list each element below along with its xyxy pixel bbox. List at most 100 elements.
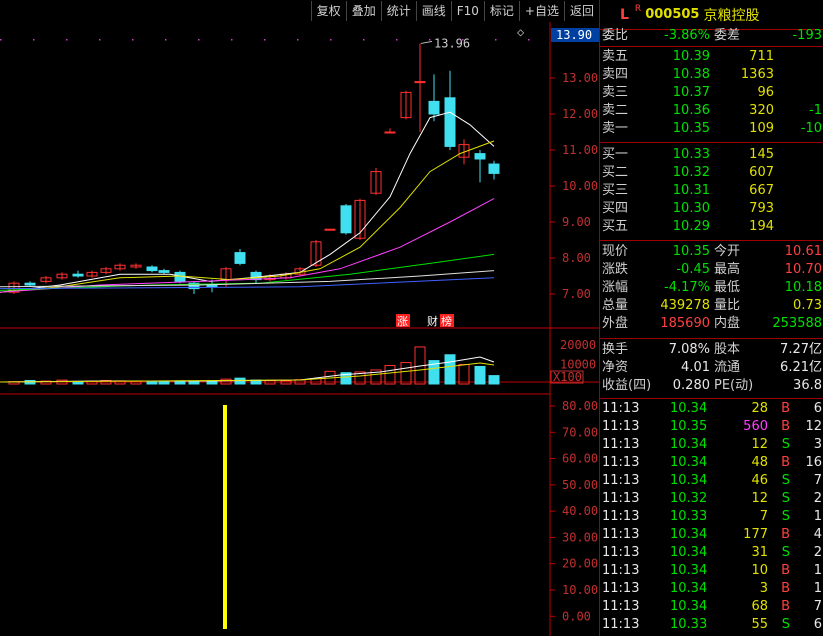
tick-price: 10.34 — [670, 455, 708, 470]
tick-time: 11:13 — [602, 437, 640, 452]
tick-row: 11:13 10.34 177 B 4 — [600, 526, 823, 544]
stat2-label: PE(动) — [714, 378, 754, 393]
toolbar-button-2[interactable]: 统计 — [380, 1, 416, 21]
buy-label: 买四 — [602, 201, 629, 216]
stat-label: 涨跌 — [602, 262, 629, 277]
stock-code[interactable]: 000505 — [645, 7, 699, 22]
buy-price: 10.31 — [672, 183, 710, 198]
tick-row: 11:13 10.34 46 S 7 — [600, 472, 823, 490]
tick-time: 11:13 — [602, 455, 640, 470]
weicha-value: -193 — [792, 28, 822, 43]
price-axis-label: 13.00 — [562, 71, 598, 85]
tick-volume: 12 — [751, 491, 768, 506]
sep-weibi — [600, 46, 823, 47]
sell-volume: 109 — [749, 121, 774, 136]
stat-label: 内盘 — [714, 316, 741, 331]
ma10-line — [0, 140, 495, 293]
buy-row-5: 买五 10.29 194 — [600, 218, 823, 236]
sell-row-3: 卖三 10.37 96 — [600, 84, 823, 102]
top-dot — [132, 39, 134, 41]
volume-bar — [206, 380, 218, 385]
tick-time: 11:13 — [602, 401, 640, 416]
sell-label: 卖五 — [602, 49, 629, 64]
toolbar-button-6[interactable]: +自选 — [518, 1, 564, 21]
indicator-bar — [223, 405, 227, 629]
stat-row: 外盘 185690 内盘 253588 — [600, 315, 823, 333]
tick-count: 2 — [813, 491, 822, 506]
stock-name[interactable]: 京粮控股 — [703, 5, 759, 25]
vol-unit-label: X100 — [553, 370, 582, 384]
candle-body — [488, 163, 500, 174]
stat-value: 10.35 — [672, 244, 710, 259]
tick-price: 10.33 — [670, 509, 708, 524]
stat2-value: 0.280 — [672, 378, 710, 393]
top-dot — [396, 39, 398, 41]
volume-bar — [188, 381, 200, 385]
stat-label: 总量 — [602, 298, 629, 313]
buy-label: 买二 — [602, 165, 629, 180]
top-dot — [198, 39, 200, 41]
tick-row: 11:13 10.34 10 B 1 — [600, 562, 823, 580]
tick-volume: 46 — [751, 473, 768, 488]
tick-bs: B — [781, 527, 790, 542]
tick-price: 10.34 — [670, 581, 708, 596]
toolbar-button-1[interactable]: 叠加 — [345, 1, 381, 21]
sep-ticks — [600, 398, 823, 399]
stat-value: 439278 — [660, 298, 710, 313]
top-dot — [231, 39, 233, 41]
tick-count: 3 — [813, 437, 822, 452]
tick-time: 11:13 — [602, 581, 640, 596]
tick-price: 10.32 — [670, 491, 708, 506]
stat2-value: 6.21亿 — [780, 360, 822, 375]
stat2-value: 7.08% — [668, 342, 710, 357]
market-sup: R — [634, 3, 642, 14]
kline-chart[interactable]: 13.00 12.00 11.00 10.00 9.00 8.00 7.00 13.90 ◇ 13… — [0, 22, 599, 636]
toolbar-button-0[interactable]: 复权 — [310, 1, 346, 21]
tick-bs: B — [781, 455, 790, 470]
sell-price: 10.35 — [672, 121, 710, 136]
price-axis-label: 10.00 — [562, 179, 598, 193]
tick-volume: 55 — [751, 617, 768, 632]
top-dot — [0, 39, 2, 41]
stat2-label: 收益(四) — [602, 378, 652, 393]
stat-label: 最高 — [714, 262, 741, 277]
toolbar-button-5[interactable]: 标记 — [483, 1, 519, 21]
tick-count: 12 — [805, 419, 822, 434]
buy-row-4: 买四 10.30 793 — [600, 200, 823, 218]
sell-label: 卖三 — [602, 85, 629, 100]
tick-volume: 177 — [743, 527, 768, 542]
top-dot — [528, 39, 530, 41]
tick-row: 11:13 10.34 31 S 2 — [600, 544, 823, 562]
sell-price: 10.36 — [672, 103, 710, 118]
kline-svg[interactable]: 13.00 12.00 11.00 10.00 9.00 8.00 7.00 13.90 ◇ 13… — [0, 22, 599, 636]
tick-count: 4 — [813, 527, 822, 542]
top-dot — [297, 39, 299, 41]
candle-body — [72, 273, 84, 277]
tick-row: 11:13 10.34 3 B 1 — [600, 580, 823, 598]
market-mark: L — [620, 6, 629, 23]
high-price-label: 13.96 — [434, 36, 470, 50]
sell-row-4: 卖四 10.38 1363 — [600, 66, 823, 84]
candle-body — [444, 97, 456, 147]
tick-price: 10.34 — [670, 599, 708, 614]
toolbar-button-3[interactable]: 画线 — [415, 1, 451, 21]
stat-value: -4.17% — [664, 280, 710, 295]
tick-time: 11:13 — [602, 473, 640, 488]
candle-body — [234, 252, 246, 264]
volume-bar — [384, 364, 396, 385]
tick-count: 1 — [813, 509, 822, 524]
buy-volume: 667 — [749, 183, 774, 198]
chart-toolbar: 复权 叠加 统计 画线 F10 标记 +自选 返回 — [0, 0, 599, 22]
toolbar-button-7[interactable]: 返回 — [563, 1, 599, 21]
volume-bar — [458, 364, 470, 385]
sell-price: 10.38 — [672, 67, 710, 82]
ind-axis-label: 0.00 — [562, 609, 591, 623]
sell-volume: 96 — [757, 85, 774, 100]
toolbar-button-4[interactable]: F10 — [450, 1, 484, 21]
tick-time: 11:13 — [602, 527, 640, 542]
tick-volume: 3 — [759, 581, 768, 596]
sell-volume: 1363 — [740, 67, 774, 82]
weibi-label: 委比 — [602, 28, 629, 43]
sell-change: -1 — [809, 103, 822, 118]
tick-bs: B — [781, 581, 790, 596]
